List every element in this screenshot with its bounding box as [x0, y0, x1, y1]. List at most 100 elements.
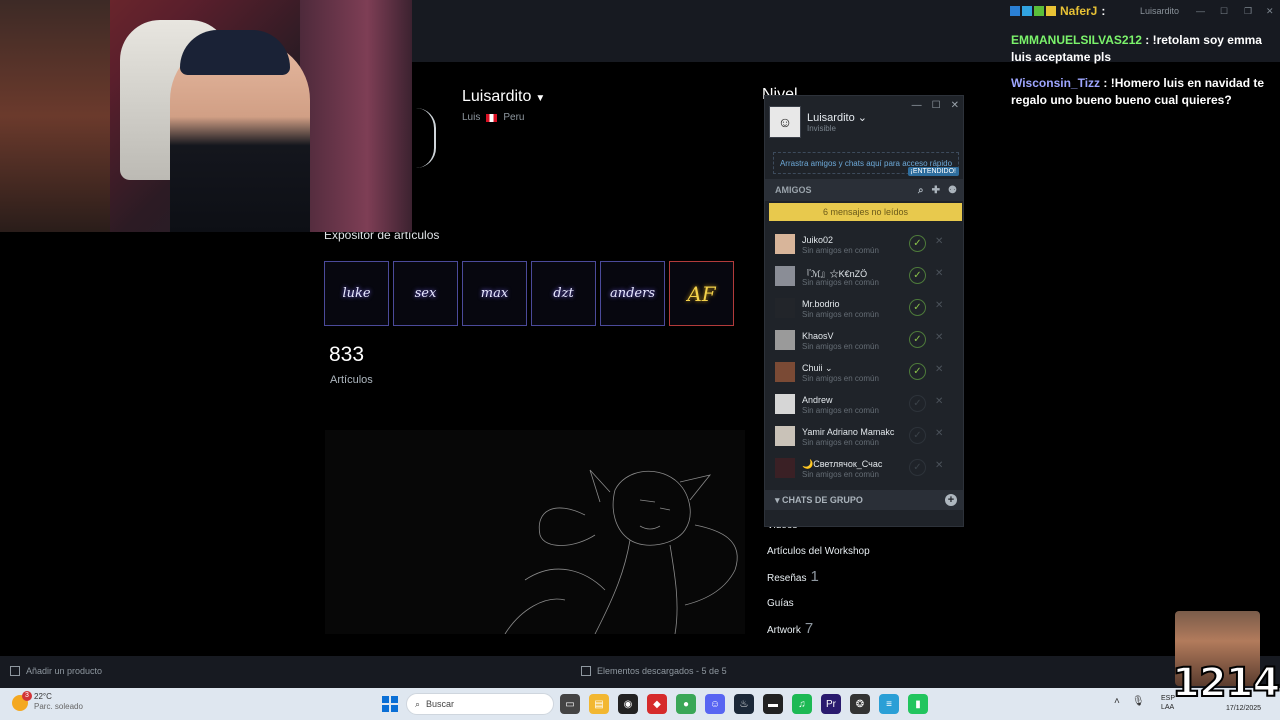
chevron-up-icon[interactable]: ˄ [1114, 696, 1120, 707]
showcase-item[interactable]: max [462, 261, 527, 326]
avatar [775, 458, 795, 478]
accept-icon[interactable]: ✓ [909, 395, 926, 412]
add-product-button[interactable]: Añadir un producto [10, 666, 102, 676]
discord-icon[interactable]: ☺ [705, 694, 725, 714]
showcase-item[interactable]: AF [669, 261, 734, 326]
weather-desc: Parc. soleado [34, 702, 83, 711]
friend-status: Sin amigos en común [802, 374, 879, 383]
accept-icon[interactable]: ✓ [909, 427, 926, 444]
accept-icon[interactable]: ✓ [909, 267, 926, 284]
decline-icon[interactable]: ✕ [935, 460, 943, 471]
start-button[interactable] [382, 696, 398, 712]
premiere-icon[interactable]: Pr [821, 694, 841, 714]
friends-user-name-text: Luisardito [807, 112, 855, 124]
add-group-icon[interactable]: + [945, 494, 957, 506]
restore-icon[interactable]: ❐ [1244, 6, 1252, 17]
add-product-label: Añadir un producto [26, 666, 103, 676]
notepad-icon[interactable]: ≡ [879, 694, 899, 714]
maximize-icon[interactable]: ☐ [932, 100, 941, 111]
chat-top-line: NaferJ : [1010, 4, 1105, 18]
taskbar-apps: ▭ ▤ ◉ ◆ ● ☺ ♨ ▬ ♫ Pr ❂ ≡ ▮ [560, 694, 928, 714]
accept-icon[interactable]: ✓ [909, 459, 926, 476]
taskbar-date[interactable]: 17/12/2025 [1226, 705, 1261, 712]
downloads-button[interactable]: Elementos descargados - 5 de 5 [581, 666, 727, 676]
maximize-icon[interactable]: ☐ [1220, 6, 1228, 17]
decline-icon[interactable]: ✕ [935, 396, 943, 407]
link-guides[interactable]: Guías [767, 598, 794, 609]
minimize-icon[interactable]: — [912, 100, 922, 111]
friend-request-row[interactable]: Chuii ⌄ Sin amigos en común ✓ ✕ [765, 356, 963, 388]
system-tray: ˄ 🎙 [1114, 696, 1145, 707]
add-friend-icon[interactable]: ⚉ [948, 185, 957, 196]
link-artwork[interactable]: Artwork 7 [767, 620, 813, 637]
friends-user[interactable]: ☺ Luisardito ⌄ Invisible [769, 106, 867, 138]
friend-request-row[interactable]: Yamir Adriano Mamakc Sin amigos en común… [765, 420, 963, 452]
decline-icon[interactable]: ✕ [935, 236, 943, 247]
decline-icon[interactable]: ✕ [935, 428, 943, 439]
friend-request-row[interactable]: 『ℳ』☆K€nZÖ Sin amigos en común ✓ ✕ [765, 260, 963, 292]
spotify-icon[interactable]: ♫ [792, 694, 812, 714]
webcam-door [300, 0, 412, 232]
app-green-icon[interactable]: ▮ [908, 694, 928, 714]
profile-real-name: Luis [462, 112, 481, 123]
download-icon [581, 666, 591, 676]
steam-icon[interactable]: ♨ [734, 694, 754, 714]
decline-icon[interactable]: ✕ [935, 300, 943, 311]
friend-request-row[interactable]: KhaosV Sin amigos en común ✓ ✕ [765, 324, 963, 356]
friend-request-row[interactable]: Juiko02 Sin amigos en común ✓ ✕ [765, 228, 963, 260]
terminal-icon[interactable]: ▬ [763, 694, 783, 714]
unread-messages-banner[interactable]: 6 mensajes no leídos [769, 203, 962, 221]
showcase-item[interactable]: sex [393, 261, 458, 326]
task-view-icon[interactable]: ▭ [560, 694, 580, 714]
app-dark-icon[interactable]: ❂ [850, 694, 870, 714]
friend-name: 🌙Светлячок_Счас [802, 459, 883, 469]
file-explorer-icon[interactable]: ▤ [589, 694, 609, 714]
understood-button[interactable]: ¡ENTENDIDO! [907, 167, 959, 176]
avatar [775, 234, 795, 254]
chat-message: Wisconsin_Tizz : !Homero luis en navidad… [1011, 76, 1265, 107]
chrome-icon[interactable]: ● [676, 694, 696, 714]
decline-icon[interactable]: ✕ [935, 364, 943, 375]
obs-icon[interactable]: ◉ [618, 694, 638, 714]
showcase-item[interactable]: luke [324, 261, 389, 326]
close-icon[interactable]: ✕ [1266, 6, 1274, 17]
artwork-showcase[interactable] [325, 430, 745, 634]
friend-requests-icon[interactable]: ✚ [932, 185, 940, 196]
friend-name: Yamir Adriano Mamakc [802, 427, 895, 437]
taskbar-search[interactable]: ⌕ Buscar [406, 693, 554, 715]
app-red-icon[interactable]: ◆ [647, 694, 667, 714]
weather-widget[interactable]: 3 22°C Parc. soleado [12, 691, 83, 712]
friend-request-row[interactable]: Mr.bodrio Sin amigos en común ✓ ✕ [765, 292, 963, 324]
link-count: 1 [810, 568, 819, 585]
profile-sub: Luis Peru [462, 112, 524, 123]
item-count-label: Artículos [330, 374, 373, 386]
decline-icon[interactable]: ✕ [935, 332, 943, 343]
sun-icon: 3 [12, 691, 32, 711]
friend-request-row[interactable]: Andrew Sin amigos en común ✓ ✕ [765, 388, 963, 420]
friend-name: Mr.bodrio [802, 299, 840, 309]
profile-name[interactable]: Luisardito ▼ [462, 88, 545, 106]
showcase-item[interactable]: dzt [531, 261, 596, 326]
avatar [775, 426, 795, 446]
accept-icon[interactable]: ✓ [909, 363, 926, 380]
accept-icon[interactable]: ✓ [909, 331, 926, 348]
accept-icon[interactable]: ✓ [909, 299, 926, 316]
accept-icon[interactable]: ✓ [909, 235, 926, 252]
microphone-icon[interactable]: 🎙 [1132, 696, 1145, 707]
decline-icon[interactable]: ✕ [935, 268, 943, 279]
chevron-down-icon: ⌄ [857, 112, 867, 124]
showcase-item-art: anders [609, 286, 656, 301]
badge-icon [1022, 6, 1032, 16]
friend-status: Sin amigos en común [802, 406, 879, 415]
link-workshop[interactable]: Artículos del Workshop [767, 546, 870, 557]
showcase-item[interactable]: anders [600, 261, 665, 326]
close-icon[interactable]: ✕ [951, 100, 959, 111]
badge-icon [1010, 6, 1020, 16]
minimize-icon[interactable]: — [1196, 6, 1205, 16]
profile-avatar[interactable] [412, 108, 436, 168]
friend-request-row[interactable]: 🌙Светлячок_Счас Sin amigos en común ✓ ✕ [765, 452, 963, 484]
search-icon[interactable]: ⌕ [918, 185, 924, 196]
friends-header-label: AMIGOS [775, 185, 812, 195]
group-chats-header[interactable]: ▾ CHATS DE GRUPO + [765, 490, 963, 510]
link-reviews[interactable]: Reseñas 1 [767, 568, 819, 585]
